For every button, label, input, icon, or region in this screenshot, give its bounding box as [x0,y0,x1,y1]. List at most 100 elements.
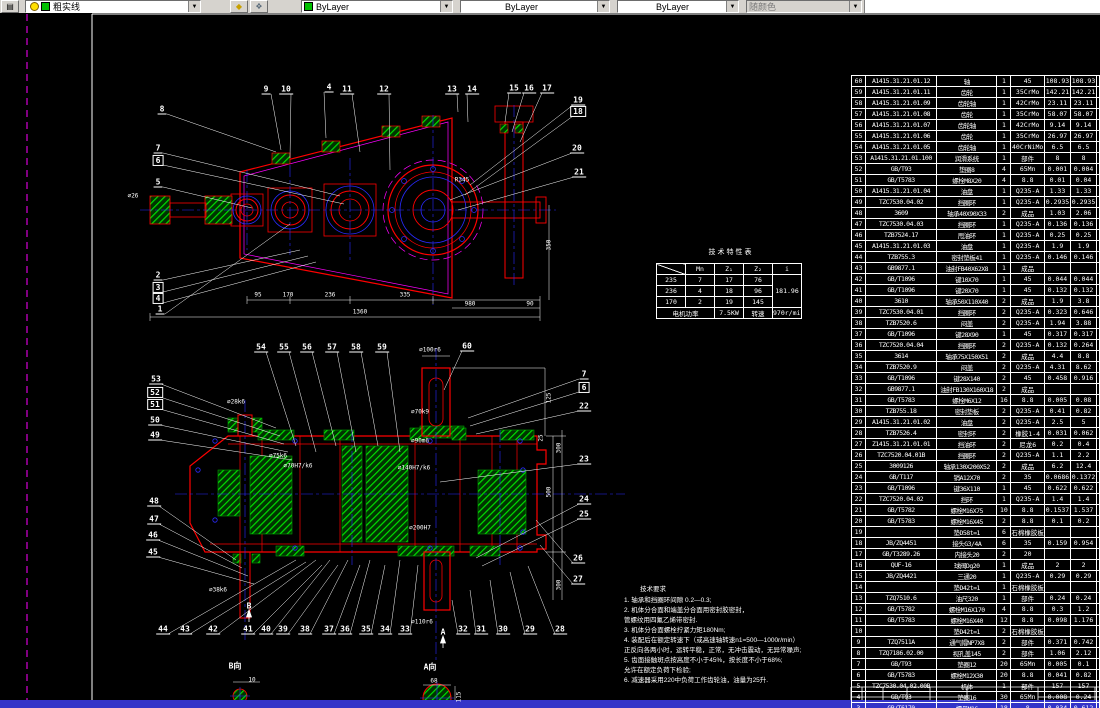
bom-cell: 0.646 [1069,306,1098,318]
drawing-canvas[interactable]: 8 7 6 5 2 3 4 1 9 10 4 11 12 13 14 15 16 17 19 18 20 21 53 52 51… [0,13,1100,708]
bom-cell: 键36X110 [936,482,998,494]
chevron-down-icon[interactable]: ▼ [188,1,200,12]
bom-cell: 1 [996,75,1012,87]
bom-cell: 8.62 [1069,361,1098,373]
bom-cell: 1 [996,108,1012,120]
chevron-down-icon[interactable]: ▼ [726,1,738,12]
bom-cell: 1.1 [1043,449,1071,461]
dimension-label: 125 [545,392,553,404]
bom-cell: 1 [996,86,1012,98]
bom-row: 37 GB/T1096 键28X90 1 45 0.317 0.317 [851,328,1100,340]
bom-cell: TZC7520.04.01B [864,449,938,461]
make-object-layer-current-button[interactable]: ◆ [230,0,248,13]
bom-cell: 20 [996,669,1012,681]
bom-cell: 24 [851,471,866,483]
bom-cell: 7 [851,658,866,670]
bom-cell: 4 [996,603,1012,615]
bom-row: 57 A1415.31.21.01.08 齿轮 1 35CrMo 58.07 58.07 [851,108,1100,120]
bom-cell: 26.97 [1043,130,1071,142]
tt-footer-cell: 转速 [743,307,773,319]
bom-cell: 35CrMo [1010,86,1045,98]
bom-cell: GB/T1096 [864,482,938,494]
lineweight-combo[interactable]: ByLayer ▼ [617,0,739,13]
tech-req-line: 2. 机体分合面和端盖分合面用密封胶密封， [624,607,749,614]
bom-cell: 8.8 [1010,515,1045,527]
bom-row: 14 垫D42t=1 1 石棉橡胶板 [851,581,1100,593]
bom-row: 59 A1415.31.21.01.11 齿轮 1 35CrMo 142.21 142.21 [851,86,1100,98]
tt-cell: 4 [685,285,715,297]
dimension-label: ⌀90m6 [410,437,430,445]
bom-cell [1096,229,1100,241]
bom-cell: 58.07 [1043,108,1071,120]
bom-cell: 垫圈8 [936,163,998,175]
bom-cell: 20 [1010,548,1045,560]
bom-cell: 密封垫板41 [936,251,998,263]
layer-color-swatch [41,2,50,11]
balloon-31: 31 [474,624,488,635]
bom-cell: 46 [851,229,866,241]
bom-cell: 4.31 [1043,361,1071,373]
bom-row: 24 GB/T117 销A12X70 2 35 0.0686 0.1372 [851,471,1100,483]
bom-cell: 橡胶1-4 [1010,427,1045,439]
layer-combo[interactable]: 粗实线 ▼ [25,0,201,13]
dimension-label: ⌀200H7 [409,524,431,532]
bom-cell: 尼龙6 [1010,438,1045,450]
chevron-down-icon[interactable]: ▼ [597,1,609,12]
layer-previous-button[interactable]: ❖ [250,0,268,13]
bom-cell: 12 [851,603,866,615]
layers-dialog-button[interactable]: ▤ [1,0,19,13]
balloon-21: 21 [572,167,586,178]
balloon-17: 17 [540,83,554,94]
color-combo[interactable]: ByLayer ▼ [301,0,453,13]
bom-cell: 6.5 [1069,141,1098,153]
dimension-label: 90 [526,300,534,308]
bom-cell: 0.323 [1043,306,1071,318]
bom-cell: 50 [851,185,866,197]
bom-cell [1096,702,1100,708]
bom-cell: 47 [851,218,866,230]
bom-row: 36 TZC7520.04.04 挡圈环 2 Q235-A 0.132 0.264 [851,339,1100,351]
bom-cell: 10 [996,504,1012,516]
bom-cell: 2 [996,636,1012,648]
linetype-combo[interactable]: ByLayer ▼ [460,0,610,13]
bom-cell: A1415.31.21.01.03 [864,240,938,252]
bom-cell: 1.94 [1043,317,1071,329]
dimension-label: 68 [430,677,438,685]
bom-row: 38 TZB7520.6 闷盖 2 Q235-A 1.94 3.88 [851,317,1100,329]
bom-cell: 21 [851,504,866,516]
balloon-24: 24 [577,494,591,505]
balloon-56: 56 [300,342,314,353]
color-combo-value: ByLayer [316,1,350,12]
bom-cell: 0.622 [1043,482,1071,494]
bom-cell: 8.8 [1010,504,1045,516]
bom-cell: 41 [851,284,866,296]
chevron-down-icon[interactable]: ▼ [440,1,452,12]
bom-cell: 2.2 [1069,449,1098,461]
bom-row: 16 QUF-16 球阀Dg20 1 成品 2 2 [851,559,1100,571]
bom-cell [1096,438,1100,450]
balloon-29: 29 [523,624,537,635]
view-marker-B: B [246,601,252,611]
dimension-label: ⌀70k9 [410,408,430,416]
bom-cell: 3 [851,702,866,708]
layer-on-lightbulb-icon[interactable] [30,2,39,11]
view-marker-A向: A向 [423,662,437,672]
bom-cell: 垫D42t=1 [936,581,998,593]
bom-cell: 0.132 [1043,339,1071,351]
balloon-57: 57 [325,342,339,353]
bom-cell: 45 [1010,482,1045,494]
bom-cell: 润滑系统 [936,152,998,164]
bom-cell: TZQ7510.6 [864,592,938,604]
bom-cell [1043,526,1071,538]
bom-cell: 球阀Dg20 [936,559,998,571]
bom-cell: 1 [996,141,1012,153]
bom-cell: 0.29 [1069,570,1098,582]
bom-cell: Q235-A [1010,196,1045,208]
balloon-25: 25 [577,509,591,520]
bom-cell: 16 [851,559,866,571]
bom-cell: 挡圈环 [936,449,998,461]
linetype-combo-value: ByLayer [505,1,539,12]
balloon-40: 40 [259,624,273,635]
bom-cell: 40 [851,295,866,307]
bom-cell: 45 [1010,75,1045,87]
